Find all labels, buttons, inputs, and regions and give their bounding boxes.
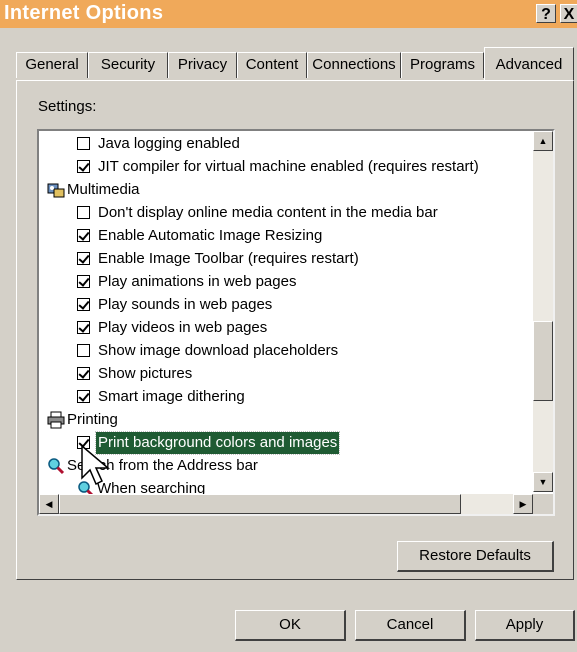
help-button[interactable]: ? (536, 4, 556, 23)
checkbox[interactable] (77, 344, 90, 357)
close-button[interactable]: X (560, 4, 577, 23)
tab-strip: General Security Privacy Content Connect… (0, 47, 577, 80)
checkbox[interactable] (77, 206, 90, 219)
vertical-scroll-thumb[interactable] (533, 321, 553, 401)
checkbox[interactable] (77, 137, 90, 150)
tab-content[interactable]: Content (237, 52, 307, 78)
horizontal-scrollbar[interactable]: ◀ ▶ (39, 494, 533, 514)
list-item[interactable]: Play videos in web pages (39, 317, 535, 339)
list-item[interactable]: Show pictures (39, 363, 535, 385)
list-item[interactable]: Show image download placeholders (39, 340, 535, 362)
option-label: Smart image dithering (98, 388, 245, 405)
checkbox[interactable] (77, 275, 90, 288)
category-label: Printing (67, 411, 118, 428)
option-label: Play animations in web pages (98, 273, 297, 290)
tab-connections[interactable]: Connections (307, 52, 401, 78)
tab-privacy[interactable]: Privacy (168, 52, 237, 78)
category-label: Multimedia (67, 181, 140, 198)
horizontal-scroll-thumb[interactable] (59, 494, 461, 514)
list-item[interactable]: Don't display online media content in th… (39, 202, 535, 224)
tab-programs[interactable]: Programs (401, 52, 484, 78)
vertical-scrollbar[interactable]: ▲ ▼ (533, 131, 553, 492)
printer-icon (47, 411, 65, 429)
settings-label: Settings: (38, 98, 97, 115)
list-item[interactable]: Java logging enabled (39, 133, 535, 155)
scroll-left-button[interactable]: ◀ (39, 494, 59, 514)
checkbox[interactable] (77, 229, 90, 242)
title-bar[interactable]: Internet Options ? X (0, 0, 577, 28)
checkbox[interactable] (77, 321, 90, 334)
cancel-button[interactable]: Cancel (355, 610, 466, 641)
search-icon (48, 458, 65, 475)
window-title: Internet Options (4, 2, 164, 24)
option-label: Don't display online media content in th… (98, 204, 438, 221)
option-label: Print background colors and images (94, 431, 341, 455)
tab-general[interactable]: General (16, 52, 88, 78)
ok-button[interactable]: OK (235, 610, 346, 641)
list-item[interactable]: Play sounds in web pages (39, 294, 535, 316)
option-label: Play sounds in web pages (98, 296, 273, 313)
checkbox[interactable] (77, 160, 90, 173)
list-item[interactable]: JIT compiler for virtual machine enabled… (39, 156, 535, 178)
scroll-down-button[interactable]: ▼ (533, 472, 553, 492)
mouse-cursor-icon (81, 444, 111, 486)
list-item[interactable]: Play animations in web pages (39, 271, 535, 293)
list-item: Multimedia (39, 179, 535, 201)
option-label: Enable Automatic Image Resizing (98, 227, 323, 244)
scroll-up-button[interactable]: ▲ (533, 131, 553, 151)
scroll-corner (533, 494, 553, 514)
checkbox[interactable] (77, 367, 90, 380)
apply-button[interactable]: Apply (475, 610, 575, 641)
settings-list[interactable]: Java logging enabled JIT compiler for vi… (37, 129, 555, 516)
list-item[interactable]: Enable Image Toolbar (requires restart) (39, 248, 535, 270)
option-label: Enable Image Toolbar (requires restart) (98, 250, 359, 267)
list-item[interactable]: Enable Automatic Image Resizing (39, 225, 535, 247)
checkbox[interactable] (77, 298, 90, 311)
option-label: Show image download placeholders (98, 342, 339, 359)
multimedia-icon (47, 183, 65, 198)
checkbox[interactable] (77, 252, 90, 265)
option-label: Show pictures (98, 365, 193, 382)
restore-defaults-button[interactable]: Restore Defaults (397, 541, 554, 572)
checkbox[interactable] (77, 390, 90, 403)
option-label: JIT compiler for virtual machine enabled… (98, 158, 479, 175)
tab-advanced[interactable]: Advanced (484, 47, 574, 80)
list-item[interactable]: Smart image dithering (39, 386, 535, 408)
list-item: Printing (39, 409, 535, 431)
tab-security[interactable]: Security (88, 52, 168, 78)
scroll-right-button[interactable]: ▶ (513, 494, 533, 514)
option-label: Java logging enabled (98, 135, 240, 152)
option-label: Play videos in web pages (98, 319, 268, 336)
